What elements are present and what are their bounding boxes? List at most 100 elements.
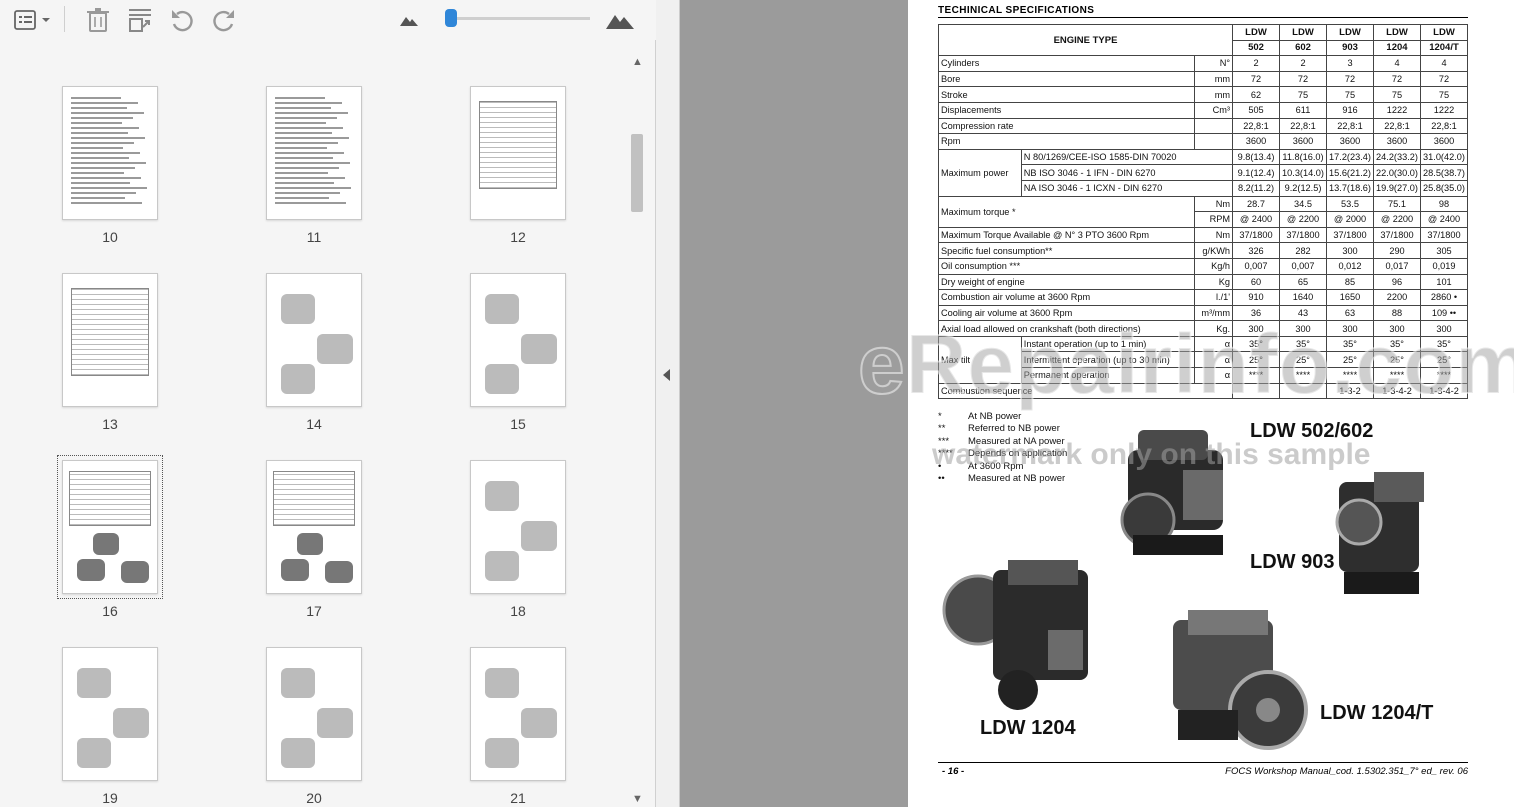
thumbnail-image (281, 559, 309, 581)
thumbnail-image (281, 294, 315, 324)
thumbnail-image (317, 708, 353, 738)
unit-cell: N° (1193, 55, 1234, 72)
value-cell: 101 (1420, 273, 1468, 291)
thumbnail-text-line (275, 132, 332, 134)
thumbnail-page-number[interactable]: 15 (470, 416, 566, 432)
value-cell: 75 (1279, 86, 1327, 103)
thumbnail-text-line (71, 172, 124, 174)
value-cell: 11.8(16.0) (1279, 148, 1327, 166)
thumbnail-scroll-area[interactable]: 10 11 12 13 14 15 16 17 18 19 20 21 (0, 40, 628, 807)
page-thumbnail[interactable] (62, 86, 158, 220)
value-cell: 1222 (1420, 101, 1468, 119)
page-thumbnail[interactable] (266, 647, 362, 781)
thumbnail-text-line (275, 107, 331, 109)
scroll-up-icon[interactable]: ▲ (632, 56, 643, 68)
table-row: Maximum torque * Nm 28.7 34.5 53.5 75.1 98 (938, 195, 1468, 228)
value-cell: 1650 (1326, 289, 1374, 306)
value-cell: 3600 (1279, 133, 1327, 150)
thumbnail-page-number[interactable]: 18 (470, 603, 566, 619)
model-header: LDW (1232, 24, 1280, 41)
thumbnail-page-number[interactable]: 17 (266, 603, 362, 619)
thumbnail-page-number[interactable]: 14 (266, 416, 362, 432)
thumbnail-table (479, 101, 557, 189)
thumbnail-page-number[interactable]: 20 (266, 790, 362, 806)
thumbnail-page-number[interactable]: 12 (470, 229, 566, 245)
page-thumbnail[interactable] (266, 86, 362, 220)
thumbnail-text-line (275, 147, 327, 149)
value-cell: 2860 • (1420, 289, 1468, 306)
thumbnail-image (93, 533, 119, 555)
engine-label-ldw-903: LDW 903 (1250, 551, 1335, 573)
page-thumbnail[interactable] (470, 273, 566, 407)
value-cell: 611 (1279, 101, 1327, 119)
thumbnail-page-number[interactable]: 13 (62, 416, 158, 432)
unit-cell (1193, 133, 1234, 150)
row-label: Stroke (938, 86, 1195, 103)
thumbnail-page-number[interactable]: 11 (266, 229, 362, 245)
unit-cell: Nm (1193, 226, 1234, 244)
thumbnail-text-line (275, 112, 348, 114)
zoom-slider-track[interactable] (452, 17, 590, 20)
table-row: Stroke mm 62 75 75 75 75 (938, 86, 1468, 103)
undo-icon[interactable] (166, 4, 198, 36)
value-cell: @ 2400 (1232, 211, 1280, 228)
thumbnail-text-line (275, 117, 337, 119)
value-cell: @ 2400 (1420, 211, 1468, 228)
zoom-slider-handle[interactable] (445, 9, 457, 27)
thumbnail-page-number[interactable]: 19 (62, 790, 158, 806)
zoom-in-icon[interactable] (604, 4, 636, 36)
collapse-pane-icon[interactable] (663, 369, 670, 381)
value-cell: 72 (1279, 70, 1327, 88)
thumbnail-text-line (275, 142, 338, 144)
value-cell: 0,017 (1373, 257, 1421, 275)
thumbnail-text-line (275, 197, 329, 199)
thumbnail-image (521, 521, 557, 551)
thumbnail-image (485, 294, 519, 324)
redo-icon[interactable] (208, 4, 240, 36)
footer-rule (938, 762, 1468, 763)
page-thumbnail[interactable] (266, 460, 362, 594)
value-cell: 505 (1232, 101, 1280, 119)
value-cell: 37/1800 (1232, 226, 1280, 244)
thumbnail-text-line (71, 192, 136, 194)
thumbnail-menu-icon[interactable] (8, 4, 56, 36)
unit-cell: RPM (1193, 211, 1234, 228)
zoom-out-icon[interactable] (393, 4, 425, 36)
sub-label: NA ISO 3046 - 1 ICXN - DIN 6270 (1020, 179, 1234, 197)
page-thumbnail[interactable] (62, 647, 158, 781)
value-cell: 22,8:1 (1373, 117, 1421, 135)
footnote-mark: ** (938, 423, 946, 435)
delete-icon[interactable] (82, 4, 114, 36)
thumbnail-page-number[interactable]: 10 (62, 229, 158, 245)
page-thumbnail[interactable] (57, 455, 163, 599)
value-cell: 22,8:1 (1232, 117, 1280, 135)
manual-code: FOCS Workshop Manual_cod. 1.5302.351_7° … (1225, 766, 1468, 777)
scrollbar-thumb[interactable] (631, 134, 643, 212)
value-cell: 0,007 (1232, 257, 1280, 275)
thumbnail-image (113, 708, 149, 738)
page-thumbnail[interactable] (470, 647, 566, 781)
value-cell: 72 (1373, 70, 1421, 88)
page-thumbnail[interactable] (470, 460, 566, 594)
value-cell: 2 (1232, 55, 1280, 72)
thumbnail-page-number[interactable]: 16 (62, 603, 158, 619)
thumbnail-scrollbar[interactable]: ▲ ▼ (628, 56, 648, 807)
page-thumbnail[interactable] (266, 273, 362, 407)
page-thumbnail[interactable] (470, 86, 566, 220)
thumbnail-text-line (275, 102, 342, 104)
value-cell: 19.9(27.0) (1373, 179, 1421, 197)
thumbnail-text-line (71, 187, 147, 189)
thumbnail-image (485, 668, 519, 698)
scroll-down-icon[interactable]: ▼ (632, 793, 643, 805)
thumbnail-image (485, 481, 519, 511)
thumbnail-page-number[interactable]: 21 (470, 790, 566, 806)
extract-icon[interactable] (124, 4, 156, 36)
model-number: 1204 (1373, 39, 1421, 57)
model-header: LDW (1279, 24, 1327, 41)
thumbnail-text-line (71, 177, 141, 179)
thumbnail-image (281, 738, 315, 768)
pane-divider[interactable] (656, 0, 680, 807)
thumbnail-image (281, 364, 315, 394)
value-cell: 17.2(23.4) (1326, 148, 1374, 166)
page-thumbnail[interactable] (62, 273, 158, 407)
